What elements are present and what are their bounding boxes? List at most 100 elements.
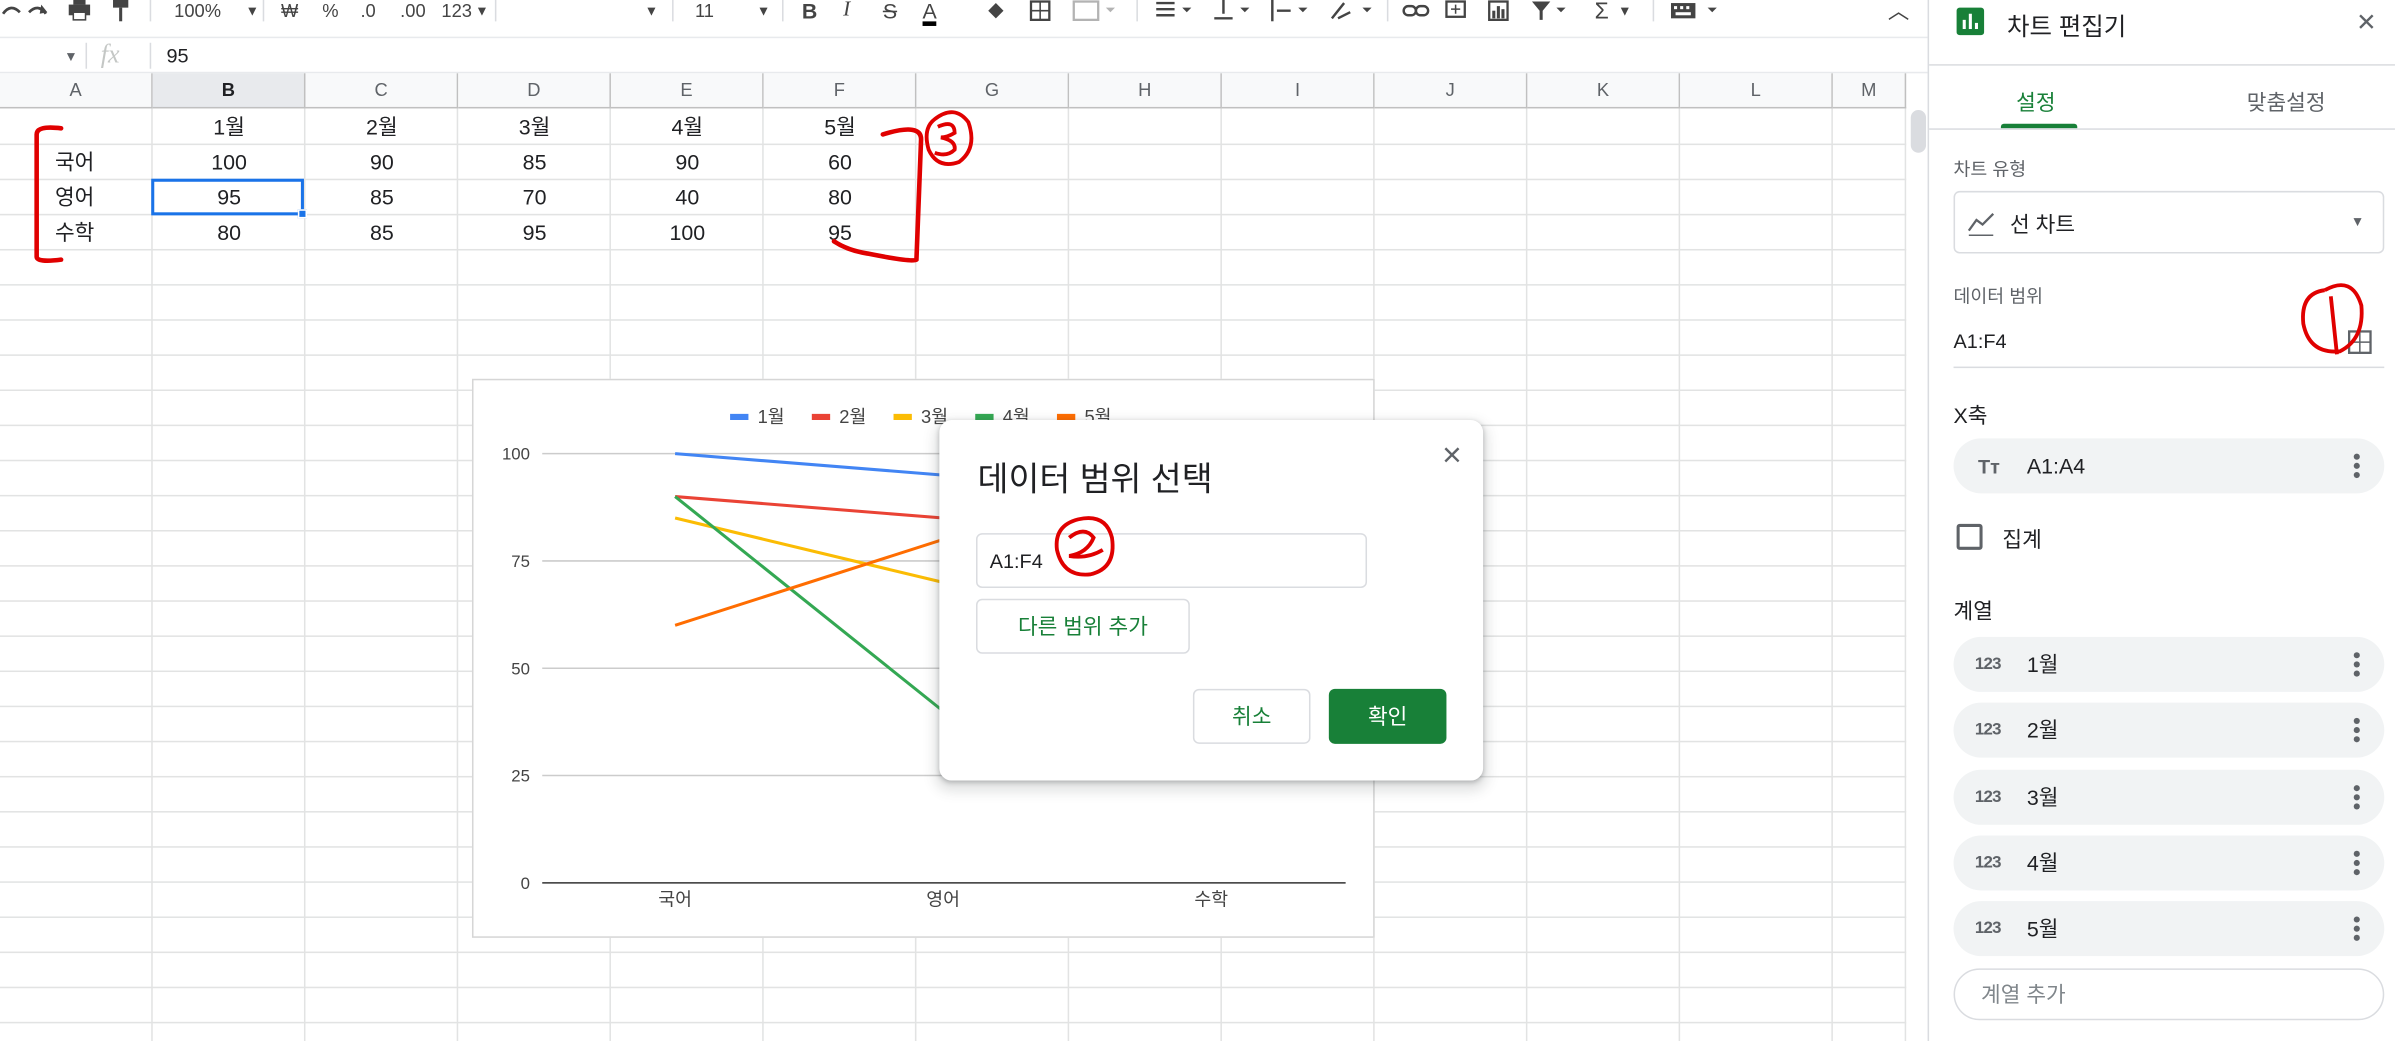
- strikethrough-icon[interactable]: S: [883, 0, 897, 23]
- cell-c3[interactable]: 85: [305, 179, 458, 214]
- insert-link-icon[interactable]: [1402, 0, 1430, 21]
- fill-handle[interactable]: [297, 209, 308, 219]
- grid-select-icon[interactable]: [2347, 330, 2372, 354]
- cell-c2[interactable]: 90: [305, 144, 458, 179]
- print-icon[interactable]: [67, 0, 91, 21]
- formula-input[interactable]: 95: [166, 44, 188, 67]
- cell-e2[interactable]: 90: [611, 144, 764, 179]
- cell-b4[interactable]: 80: [153, 214, 306, 249]
- bold-icon[interactable]: B: [802, 0, 817, 23]
- cell-d4[interactable]: 95: [458, 214, 611, 249]
- functions-icon[interactable]: Σ ▼: [1595, 0, 1632, 24]
- cell-d3[interactable]: 70: [458, 179, 611, 214]
- column-header-g[interactable]: G: [916, 73, 1070, 109]
- cell-a3[interactable]: 영어: [55, 179, 153, 214]
- paint-format-icon[interactable]: [110, 0, 131, 22]
- cell-c4[interactable]: 85: [305, 214, 458, 249]
- column-header-l[interactable]: L: [1680, 73, 1833, 109]
- cell-d1[interactable]: 3월: [458, 108, 611, 143]
- cancel-button[interactable]: 취소: [1192, 688, 1311, 744]
- percent-format-button[interactable]: %: [322, 0, 338, 21]
- column-header-i[interactable]: I: [1221, 73, 1375, 109]
- series-chip[interactable]: 123 3월: [1953, 769, 2385, 825]
- filter-icon[interactable]: [1530, 0, 1567, 21]
- tab-customize[interactable]: 맞춤설정: [2247, 87, 2326, 118]
- undo-icon[interactable]: [0, 0, 21, 21]
- close-panel-icon[interactable]: ✕: [2356, 8, 2376, 39]
- currency-format-button[interactable]: ₩: [281, 0, 298, 21]
- more-options-icon[interactable]: [2353, 916, 2360, 942]
- column-header-a[interactable]: A: [0, 73, 153, 109]
- column-header-f[interactable]: F: [763, 73, 917, 109]
- cell-d2[interactable]: 85: [458, 144, 611, 179]
- decrease-decimal-button[interactable]: .0: [360, 0, 375, 21]
- cell-f1[interactable]: 5월: [764, 108, 917, 143]
- x-tick-label: 영어: [926, 889, 960, 910]
- cell-a1[interactable]: [55, 108, 153, 143]
- series-chip[interactable]: 123 4월: [1953, 835, 2385, 891]
- x-axis-chip[interactable]: Tт A1:A4: [1953, 438, 2385, 494]
- font-size-select[interactable]: 11 ▼: [695, 0, 770, 21]
- cell-b2[interactable]: 100: [153, 144, 306, 179]
- cell-e1[interactable]: 4월: [611, 108, 764, 143]
- column-header-d[interactable]: D: [458, 73, 611, 109]
- cell-c1[interactable]: 2월: [305, 108, 458, 143]
- text-wrap-icon[interactable]: [1271, 0, 1308, 22]
- column-header-h[interactable]: H: [1069, 73, 1222, 109]
- scrollbar-thumb[interactable]: [1910, 109, 1927, 153]
- row-gridline: [0, 1021, 1907, 1024]
- legend-label: 2월: [839, 406, 866, 427]
- insert-chart-icon[interactable]: [1488, 0, 1509, 22]
- align-horizontal-icon[interactable]: [1155, 0, 1192, 21]
- insert-comment-icon[interactable]: [1445, 0, 1466, 21]
- series-chip[interactable]: 123 2월: [1953, 703, 2385, 759]
- text-rotation-icon[interactable]: [1329, 0, 1375, 21]
- column-header-j[interactable]: J: [1374, 73, 1528, 109]
- cell-f2[interactable]: 60: [764, 144, 917, 179]
- cell-a4[interactable]: 수학: [55, 214, 153, 249]
- add-series-button[interactable]: 계열 추가: [1953, 968, 2385, 1021]
- fill-color-icon[interactable]: [984, 0, 1008, 21]
- cell-e3[interactable]: 40: [611, 179, 764, 214]
- cell-e4[interactable]: 100: [611, 214, 764, 249]
- input-tools-icon[interactable]: [1670, 0, 1720, 21]
- name-box-chevron-icon[interactable]: ▼: [64, 49, 78, 64]
- more-options-icon[interactable]: [2353, 850, 2360, 876]
- chart-type-select[interactable]: 선 차트 ▼: [1953, 190, 2385, 254]
- data-range-value[interactable]: A1:F4: [1954, 330, 2007, 353]
- column-header-c[interactable]: C: [305, 73, 459, 109]
- panel-title: 차트 편집기: [2007, 15, 2127, 42]
- ok-button[interactable]: 확인: [1328, 688, 1447, 744]
- more-options-icon[interactable]: [2353, 718, 2360, 743]
- column-header-b[interactable]: B: [152, 73, 306, 109]
- cell-a2[interactable]: 국어: [55, 144, 153, 179]
- range-input[interactable]: A1:F4: [976, 533, 1368, 589]
- increase-decimal-button[interactable]: .00: [400, 0, 425, 21]
- more-options-icon[interactable]: [2353, 784, 2360, 809]
- column-header-m[interactable]: M: [1832, 73, 1907, 109]
- close-icon[interactable]: ×: [1442, 435, 1462, 475]
- tab-setup[interactable]: 설정: [2016, 87, 2055, 118]
- column-header-k[interactable]: K: [1527, 73, 1681, 109]
- series-chip[interactable]: 123 5월: [1953, 901, 2385, 957]
- more-formats-button[interactable]: 123 ▼: [441, 0, 488, 21]
- more-options-icon[interactable]: [2353, 652, 2360, 677]
- font-family-chevron-icon[interactable]: ▼: [645, 0, 659, 21]
- collapse-toolbar-icon[interactable]: ︿: [1888, 0, 1909, 23]
- cell-f3[interactable]: 80: [764, 179, 917, 214]
- more-options-icon[interactable]: [2353, 453, 2360, 479]
- merge-cells-icon[interactable]: [1072, 0, 1116, 22]
- align-vertical-icon[interactable]: [1213, 0, 1250, 21]
- cell-f4[interactable]: 95: [764, 214, 917, 249]
- chevron-down-icon: ▼: [475, 3, 489, 19]
- redo-icon[interactable]: [27, 0, 48, 21]
- zoom-select[interactable]: 100% ▼: [174, 0, 259, 21]
- add-range-button[interactable]: 다른 범위 추가: [976, 598, 1190, 654]
- aggregate-checkbox[interactable]: [1956, 523, 1983, 550]
- borders-icon[interactable]: [1029, 0, 1051, 22]
- italic-icon[interactable]: I: [843, 0, 850, 21]
- column-header-e[interactable]: E: [610, 73, 764, 109]
- text-color-icon[interactable]: A: [922, 0, 937, 26]
- cell-b1[interactable]: 1월: [153, 108, 306, 143]
- series-chip[interactable]: 123 1월: [1953, 636, 2385, 692]
